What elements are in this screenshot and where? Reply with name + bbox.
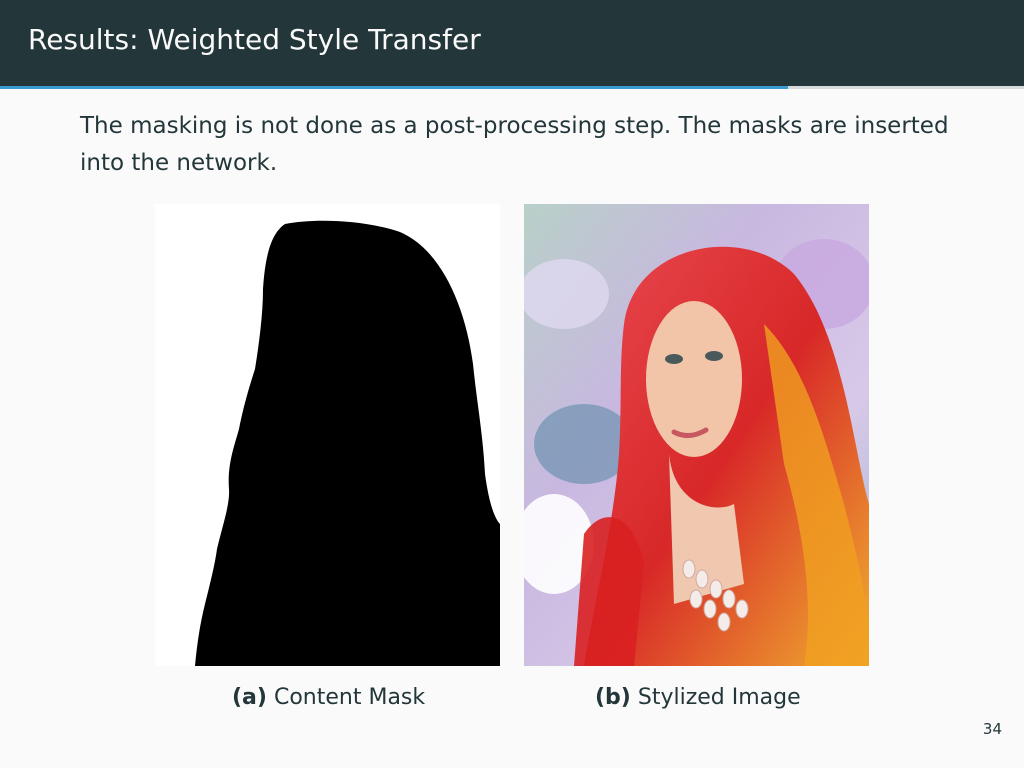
figure-caption-b: (b) Stylized Image [595,683,801,713]
progress-bar-fill [0,86,789,89]
stylized-image [524,204,869,666]
slide-title: Results: Weighted Style Transfer [28,23,481,56]
figure-label-b: (b) [595,685,631,710]
page-number: 34 [982,720,1002,738]
body-text: The masking is not done as a post-proces… [80,113,949,176]
silhouette-mask-graphic [155,204,500,666]
content-mask-image [155,204,500,666]
figure-caption-a-text: Content Mask [273,685,426,710]
figure-label-a: (a) [232,685,267,710]
figure-caption-a: (a) Content Mask [232,683,425,713]
slide-header: Results: Weighted Style Transfer [0,0,1024,86]
stylized-portrait-graphic [524,204,869,666]
progress-bar [0,86,1024,89]
figure-caption-b-text: Stylized Image [637,685,801,710]
